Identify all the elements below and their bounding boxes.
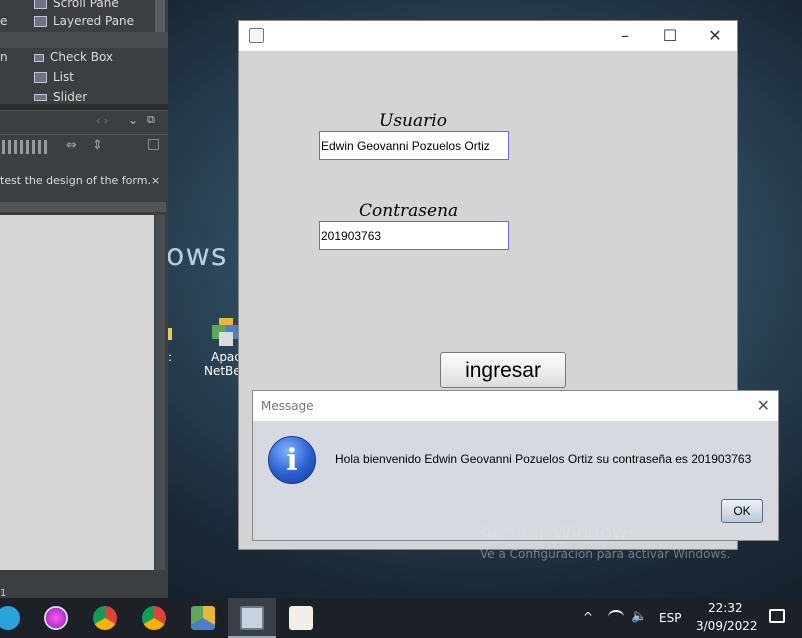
clock-time[interactable]: 22:32 — [708, 601, 743, 615]
close-button[interactable]: ✕ — [692, 21, 738, 51]
paint-icon — [44, 606, 68, 630]
chevron-down-icon[interactable]: ⌄ — [128, 113, 138, 127]
dialog-close-button[interactable]: ✕ — [757, 396, 770, 415]
contrasena-field[interactable]: 201903763 — [319, 221, 509, 250]
clock-date[interactable]: 3/09/2022 — [696, 619, 758, 633]
usuario-label: Usuario — [379, 111, 447, 131]
window-titlebar[interactable]: – ☐ ✕ — [239, 21, 737, 51]
java-icon — [249, 28, 264, 43]
dialog-titlebar[interactable]: Message ✕ — [253, 391, 778, 421]
taskbar-netbeans[interactable] — [179, 598, 227, 638]
taskbar-chrome-1[interactable] — [81, 598, 129, 638]
maximize-button[interactable]: ☐ — [647, 21, 693, 51]
hint-text: test the design of the form. — [0, 174, 151, 187]
taskbar-java[interactable] — [277, 598, 325, 638]
ok-button[interactable]: OK — [721, 499, 763, 523]
taskbar-chrome-2[interactable] — [130, 598, 178, 638]
palette-item-list[interactable]: List — [34, 68, 74, 86]
netbeans-icon — [191, 606, 215, 630]
palette-label: Scroll Pane — [53, 0, 119, 10]
chrome-icon — [142, 606, 166, 630]
panel-option-icon[interactable] — [148, 139, 159, 150]
information-icon: i — [268, 436, 316, 484]
activation-watermark: Activar Windows — [480, 522, 638, 544]
slider-icon — [34, 94, 47, 101]
desktop-marker — [168, 328, 172, 340]
resize-horizontal-icon[interactable]: ⇔ — [66, 138, 77, 153]
designer-scrollbar[interactable] — [155, 215, 165, 570]
resize-vertical-icon[interactable]: ⇕ — [92, 138, 103, 153]
taskbar: ^ 🔈 ESP 22:32 3/09/2022 — [0, 598, 802, 638]
chrome-icon — [93, 606, 117, 630]
java-icon — [289, 606, 313, 630]
palette-label: Slider — [53, 90, 88, 104]
list-icon — [34, 72, 47, 83]
form-designer-canvas[interactable] — [0, 215, 154, 570]
hint-close-icon[interactable]: × — [151, 174, 160, 187]
ide-panel: Scroll Pane Layered Pane e Check Box n L… — [0, 0, 168, 599]
dialog-message: Hola bienvenido Edwin Geovanni Pozuelos … — [335, 452, 752, 466]
tray-overflow-icon[interactable]: ^ — [583, 610, 593, 624]
palette-fragment-e: e — [0, 14, 8, 28]
activation-subtext: Ve a Configuración para activar Windows. — [480, 547, 731, 561]
checkbox-icon — [34, 53, 44, 62]
netbeans-icon — [212, 318, 240, 346]
navigator-toolbar: ‹ › ⌄ ⧉ — [0, 110, 168, 132]
volume-icon[interactable]: 🔈 — [631, 609, 647, 624]
contrasena-label: Contrasena — [359, 201, 459, 221]
align-icons[interactable] — [2, 140, 48, 154]
taskbar-paint-app[interactable] — [32, 598, 80, 638]
layered-pane-icon — [34, 16, 47, 27]
palette-label: List — [53, 70, 74, 84]
nav-arrows-icon[interactable]: ‹ › — [96, 114, 108, 127]
hint-bar: test the design of the form. × — [0, 162, 168, 200]
scroll-pane-icon — [34, 0, 47, 9]
taskbar-remote-desktop[interactable] — [228, 598, 276, 638]
palette-fragment-n: n — [0, 50, 8, 64]
wifi-icon[interactable] — [608, 610, 624, 624]
language-indicator[interactable]: ESP — [659, 611, 681, 625]
usuario-field[interactable]: Edwin Geovanni Pozuelos Ortiz — [319, 131, 509, 160]
palette-label: Layered Pane — [53, 14, 135, 28]
palette-item-check-box[interactable]: Check Box — [34, 48, 113, 66]
info-glyph: i — [286, 443, 298, 478]
restore-window-icon[interactable]: ⧉ — [147, 113, 155, 127]
telegram-icon — [0, 606, 20, 630]
taskbar-telegram[interactable] — [0, 598, 32, 638]
palette-label: Check Box — [50, 50, 114, 64]
palette-item-layered-pane[interactable]: Layered Pane — [34, 12, 134, 30]
desktop-colon: : — [168, 350, 173, 364]
dialog-title: Message — [261, 399, 314, 413]
message-dialog: Message ✕ i Hola bienvenido Edwin Geovan… — [252, 390, 779, 541]
minimize-button[interactable]: – — [602, 21, 648, 51]
palette-separator — [0, 32, 168, 48]
palette-item-scroll-pane[interactable]: Scroll Pane — [34, 0, 119, 12]
remote-desktop-icon — [240, 606, 264, 630]
align-toolbar: ⇔ ⇕ — [0, 134, 168, 160]
designer-top-bar — [0, 202, 166, 212]
notifications-icon[interactable] — [769, 609, 785, 623]
ingresar-button[interactable]: ingresar — [440, 352, 566, 388]
